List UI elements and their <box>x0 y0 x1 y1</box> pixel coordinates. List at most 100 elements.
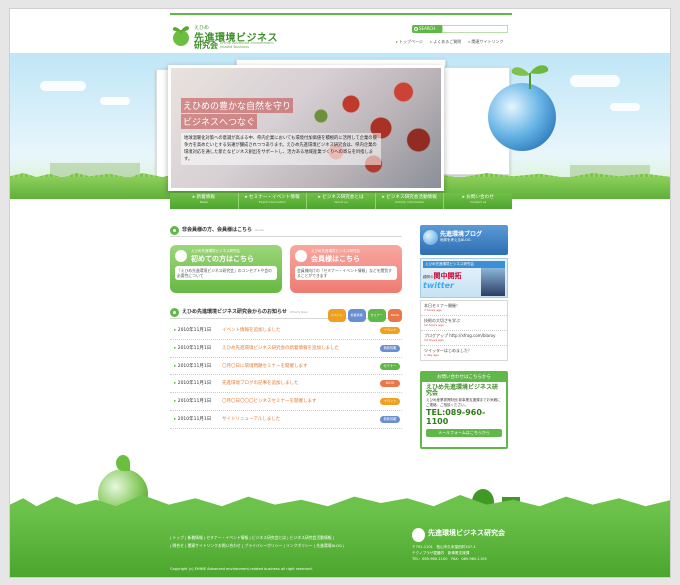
news-title[interactable]: えひめ先進環境ビジネス研究会の新着情報を追加しました <box>222 340 339 357</box>
nav-news[interactable]: 新着情報News <box>170 193 239 209</box>
members-heading: 非会員様の方、会員様はこちら Guide <box>170 225 402 237</box>
search-icon <box>414 27 418 31</box>
hero-headline-2: ビジネスへつなぐ <box>181 114 258 129</box>
news-category-badge: 新着情報 <box>380 344 400 352</box>
news-row[interactable]: 2010年11月1日サイトリニューアルしました 新着情報 <box>170 411 402 429</box>
twitter-banner[interactable]: えひめ先進環境ビジネス研究会 顧問の関中開拓 twitter <box>420 258 508 298</box>
advisor-photo <box>481 268 505 296</box>
twitter-feed: 本日セミナー開催！ 7 hours ago 技術の大切さを学ぶ 12 hours a… <box>420 300 508 361</box>
search-label: SEARCH <box>419 26 436 31</box>
nav-contact[interactable]: お問い合わせContact us <box>444 193 512 209</box>
news-title[interactable]: 〇月〇日に環境問題セミナーを開催します <box>222 358 308 375</box>
tag-blog[interactable]: BLOG <box>387 309 402 322</box>
news-category-badge: セミナー <box>380 362 400 370</box>
news-category-badge: イベント <box>380 327 400 334</box>
news-list: 2010年11月1日イベント情報を追加しましたイベント 2010年11月1日えひ… <box>170 322 402 429</box>
news-row[interactable]: 2010年11月1日〇月〇日〇〇〇ビジネスセミナーを開催します イベント <box>170 393 402 411</box>
news-row[interactable]: 2010年11月1日えひめ先進環境ビジネス研究会の新着情報を追加しました 新着情報 <box>170 340 402 358</box>
news-title[interactable]: イベント情報を追加しました <box>222 322 281 339</box>
member-banner-desc: 会員様向けの「セミナー・イベント情報」などを閲覧することができます <box>295 266 397 280</box>
page-frame: えひめ 先進環境ビジネス 研究会 Ehime Advanced Environm… <box>9 8 671 578</box>
tweet-item[interactable]: 技術の大切さを学ぶ 12 hours ago <box>421 316 507 331</box>
news-category-badge: BLOG <box>380 380 400 388</box>
hero-body: 地球温暖化対策への意識が高まる中、県内企業においても環境付加価値を積極的に活用し… <box>181 133 381 165</box>
nav-about-en: About us <box>334 200 348 204</box>
utility-links: トップページ よくあるご質問 関連サイトリンク <box>396 39 516 45</box>
hero-headline-1: えひめの豊かな自然を守り <box>181 98 294 113</box>
contact-box: お問い合わせはこちらから えひめ先進環境ビジネス研究会 えひめ産業振興財団 新事… <box>420 371 508 449</box>
copyright: Copyright (c) EHIME Advanced environment… <box>170 567 313 571</box>
nav-activity-en: Activity information <box>394 200 425 204</box>
first-banner-desc: 「えひめ先進環境ビジネス研究会」のコンセプトや会の必要性について <box>175 266 277 280</box>
tag-news[interactable]: 新着情報 <box>347 309 366 322</box>
footer-address-3: TEL：089-960-1100 FAX：089-960-1105 <box>412 557 487 561</box>
news-title[interactable]: サイトリニューアルしました <box>222 411 280 428</box>
search-button[interactable]: SEARCH <box>412 25 442 33</box>
tag-event[interactable]: イベント <box>327 309 346 322</box>
members-heading-en: Guide <box>255 228 264 232</box>
twitter-name-prefix: 顧問の <box>423 275 434 279</box>
member-banner-title: 会員様はこちら <box>311 255 360 263</box>
news-row[interactable]: 2010年11月1日先進環境ブログの記事を追加しました BLOG <box>170 375 402 394</box>
contact-text: えひめ産業振興財団 新事業支援課までお気軽にご連絡、ご相談ください。 <box>426 398 501 407</box>
sprout-icon <box>511 65 549 89</box>
leaf-bullet-icon <box>170 308 179 317</box>
twitter-banner-bar: えひめ先進環境ビジネス研究会 <box>423 261 505 268</box>
sprout-globe-icon <box>172 26 190 46</box>
news-title[interactable]: 先進環境ブログの記事を追加しました <box>222 375 299 392</box>
contact-header: お問い合わせはこちらから <box>422 373 506 382</box>
tweet-item[interactable]: 本日セミナー開催！ 7 hours ago <box>421 301 507 316</box>
util-link-top[interactable]: トップページ <box>396 39 423 44</box>
util-link-faq[interactable]: よくあるご質問 <box>430 39 461 44</box>
footer-logo-block: 先進環境ビジネス研究会 〒791-1101 松山市久米窪田町337-1 テクノプ… <box>412 528 512 562</box>
hero-photo: えひめの豊かな自然を守り ビジネスへつなぐ 地球温暖化対策への意識が高まる中、県… <box>168 65 444 191</box>
hero-copy: えひめの豊かな自然を守り ビジネスへつなぐ 地球温暖化対策への意識が高まる中、県… <box>181 98 381 165</box>
footer-links-row-2[interactable]: | 問合せ | 関連サイトリンクお問い合わせ | プライバシーポリシー | リン… <box>170 542 400 550</box>
news-heading-text: えひめ先進環境ビジネス研究会からのお知らせ <box>182 309 287 315</box>
nav-about[interactable]: ビジネス研究会とはAbout us <box>307 193 376 209</box>
member-banner[interactable]: えひめ先進環境ビジネス研究会 会員様はこちら 会員様向けの「セミナー・イベント情… <box>290 245 402 293</box>
first-banner-title: 初めての方はこちら <box>191 255 254 263</box>
news-row[interactable]: 2010年11月1日〇月〇日に環境問題セミナーを開催します セミナー <box>170 358 402 376</box>
site-logo[interactable]: えひめ 先進環境ビジネス 研究会 Ehime Advanced Environm… <box>170 23 280 50</box>
globe-icon <box>423 230 438 245</box>
mail-form-button[interactable]: メールフォームはこちらから <box>426 429 502 437</box>
tag-seminar[interactable]: セミナー <box>367 309 386 322</box>
search-input[interactable] <box>442 25 508 33</box>
news-title[interactable]: 〇月〇日〇〇〇ビジネスセミナーを開催します <box>222 393 317 410</box>
cloud <box>100 97 130 105</box>
cloud <box>570 75 620 87</box>
tweet-item[interactable]: ツイッターはじめました！ 1 day ago <box>421 346 507 360</box>
util-link-related[interactable]: 関連サイトリンク <box>469 39 504 44</box>
news-heading-en: What's New <box>289 310 308 314</box>
footer-links-row-1[interactable]: | トップ | 新着情報 | セミナー・イベント情報 | ビジネス研究会とは |… <box>170 534 400 542</box>
footer-logo-icon <box>412 528 425 542</box>
person-icon <box>295 250 307 262</box>
cloud <box>610 103 640 111</box>
first-visitor-banner[interactable]: えひめ先進環境ビジネス研究会 初めての方はこちら 「えひめ先進環境ビジネス研究会… <box>170 245 282 293</box>
footer-links: | トップ | 新着情報 | セミナー・イベント情報 | ビジネス研究会とは |… <box>170 534 400 550</box>
tweet-time: 7 hours ago <box>424 308 442 312</box>
sprout-badge-icon <box>175 250 187 262</box>
nav-events[interactable]: セミナー・イベント情報Event information <box>239 193 308 209</box>
tweet-time: 12 hours ago <box>424 323 444 327</box>
category-tags: イベント 新着情報 セミナー BLOG <box>327 309 402 322</box>
sidebar: 先進環境ブログ 地球を考えるBLOG えひめ先進環境ビジネス研究会 顧問の関中開… <box>420 225 508 449</box>
tweet-item[interactable]: ブログアップ http://xfrog.com/blaroy 14 hours a… <box>421 331 507 346</box>
news-row[interactable]: 2010年11月1日イベント情報を追加しました イベント <box>170 322 402 340</box>
news-date: 2010年11月1日 <box>174 411 212 428</box>
news-date: 2010年11月1日 <box>174 375 212 392</box>
tweet-time: 14 hours ago <box>424 338 444 342</box>
blog-banner[interactable]: 先進環境ブログ 地球を考えるBLOG <box>420 225 508 255</box>
news-heading: えひめ先進環境ビジネス研究会からのお知らせ What's New イベント 新着情… <box>170 307 402 322</box>
member-banners: えひめ先進環境ビジネス研究会 初めての方はこちら 「えひめ先進環境ビジネス研究会… <box>170 245 402 293</box>
nav-news-en: News <box>199 200 208 204</box>
news-date: 2010年11月1日 <box>174 393 212 410</box>
blog-subtitle: 地球を考えるBLOG <box>440 238 471 242</box>
nav-events-en: Event information <box>258 200 286 204</box>
news-category-badge: 新着情報 <box>380 415 400 423</box>
nav-contact-en: Contact us <box>470 200 487 204</box>
news-category-badge: イベント <box>380 398 400 406</box>
cloud <box>40 81 86 91</box>
nav-activity[interactable]: ビジネス研究会活動情報Activity information <box>376 193 445 209</box>
